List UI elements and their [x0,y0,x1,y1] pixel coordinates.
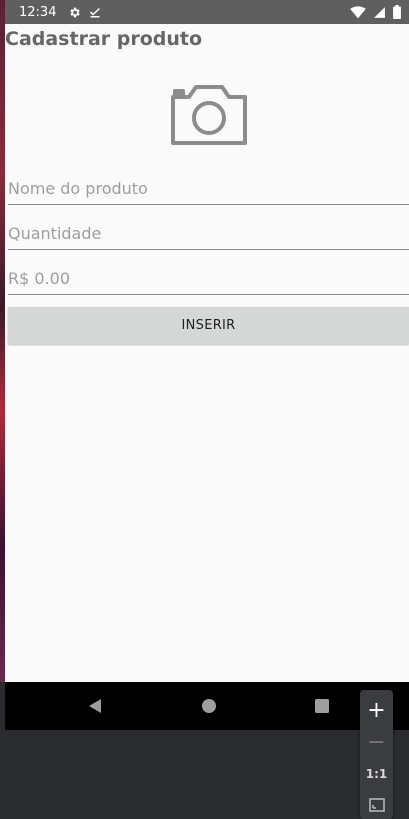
battery-icon [393,5,401,19]
product-name-input[interactable] [8,173,409,204]
home-icon[interactable] [185,682,233,730]
zoom-out-button[interactable]: − [360,727,393,757]
download-done-icon [89,6,101,19]
price-input[interactable] [8,263,409,294]
zoom-controls: + − 1:1 [360,690,393,819]
camera-icon[interactable] [169,83,249,147]
actual-size-button[interactable]: 1:1 [360,760,393,788]
price-field[interactable] [8,263,409,295]
status-bar: 12:34 [5,0,409,24]
signal-icon [373,6,386,19]
page-title: Cadastrar produto [5,28,203,50]
wifi-icon [350,5,366,19]
navigation-bar [5,682,409,730]
zoom-in-button[interactable]: + [360,695,393,725]
status-time: 12:34 [19,4,57,20]
quantity-input[interactable] [8,218,409,249]
quantity-field[interactable] [8,218,409,250]
product-name-field[interactable] [8,173,409,205]
fit-screen-icon[interactable] [360,793,393,817]
emulator-background [0,730,409,819]
settings-icon [68,6,81,19]
back-icon[interactable] [71,682,119,730]
insert-button[interactable]: INSERIR [8,307,409,344]
recents-icon[interactable] [298,682,346,730]
app-screen: Cadastrar produto INSERIR [5,24,409,682]
